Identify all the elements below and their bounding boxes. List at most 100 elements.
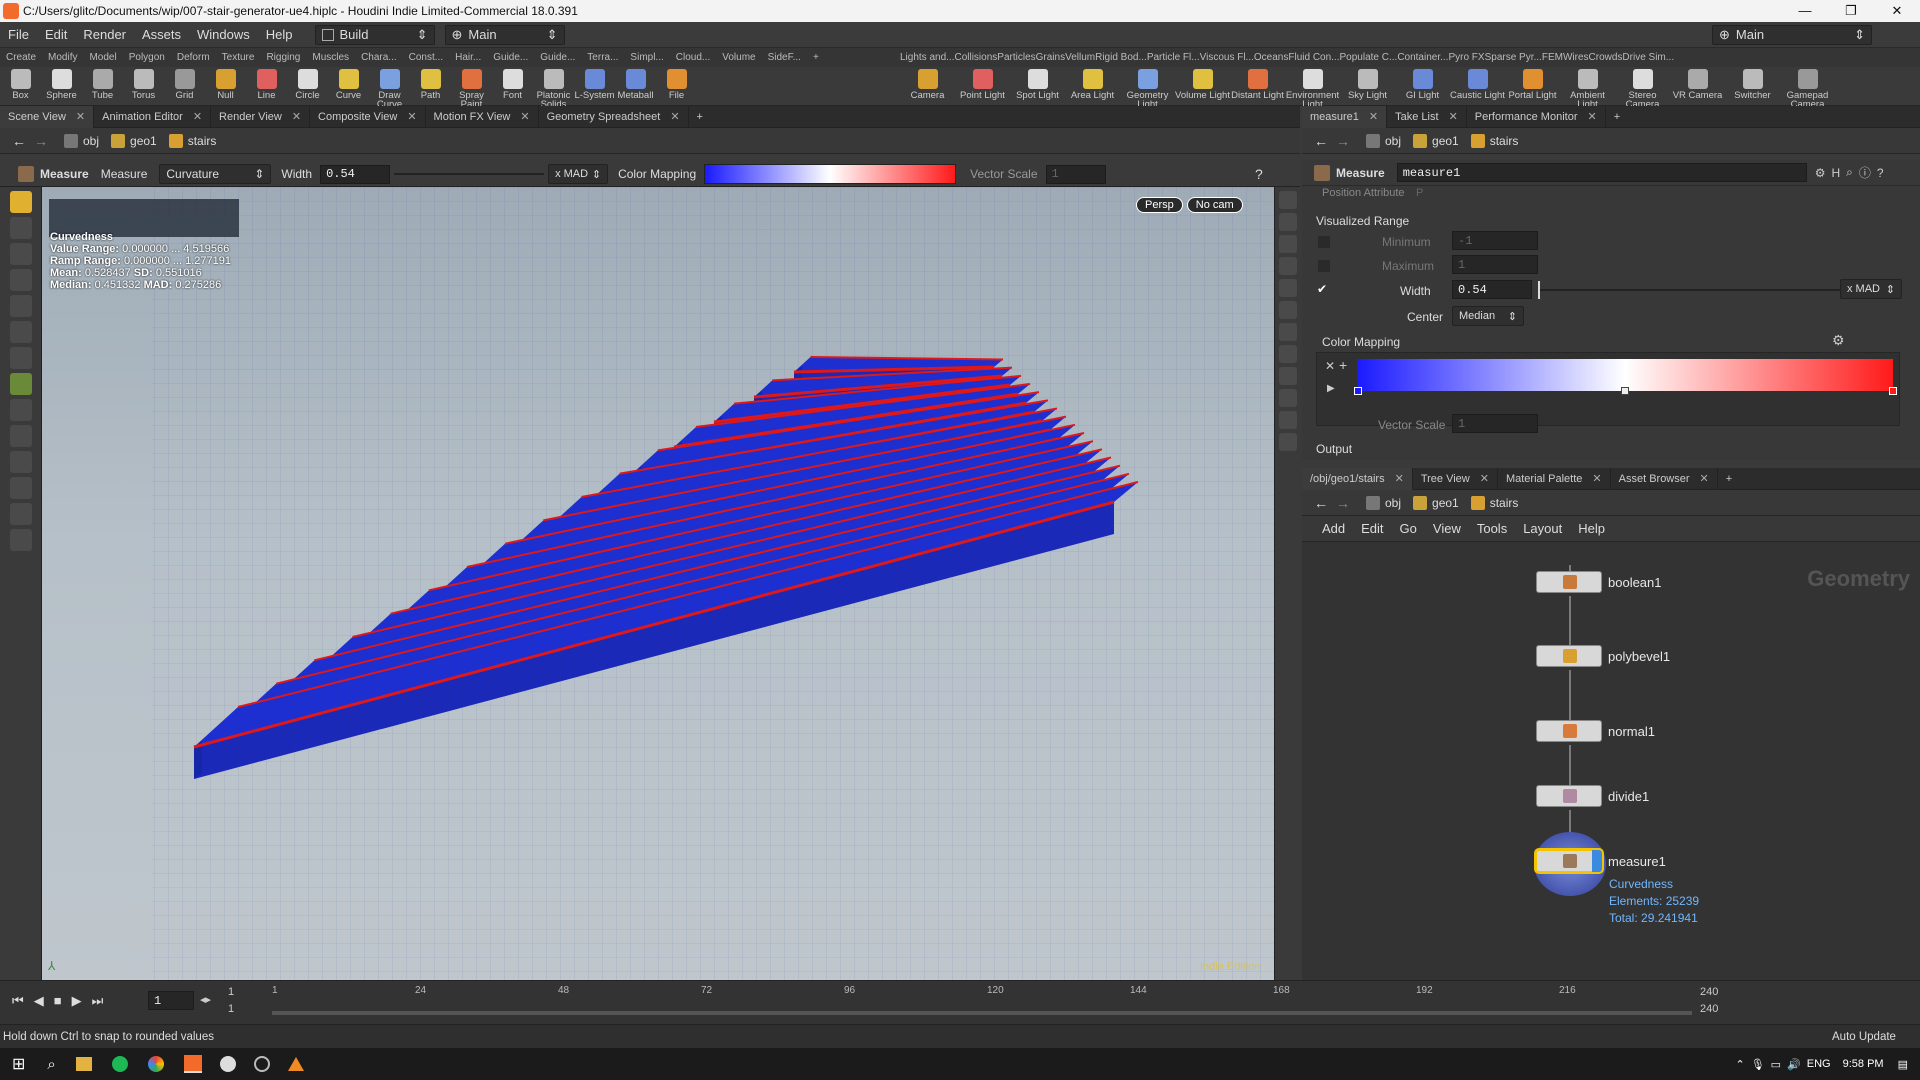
node-boolean1[interactable]: boolean1 (1536, 571, 1662, 593)
menu-render[interactable]: Render (75, 27, 134, 42)
breadcrumb-stairs[interactable]: stairs (168, 133, 216, 148)
render-region-icon[interactable] (9, 529, 32, 551)
range-end[interactable]: 240 (1700, 986, 1718, 998)
visibility-icon[interactable] (1278, 257, 1297, 275)
shelf-tab[interactable]: Collisions (954, 52, 997, 63)
network-tray-icon[interactable]: ▭ (1771, 1058, 1781, 1071)
visualized-range-heading[interactable]: Visualized Range (1316, 214, 1409, 228)
shelf-tool[interactable]: Switcher (1725, 67, 1780, 100)
menu-assets[interactable]: Assets (134, 27, 189, 42)
shelf-tool[interactable]: Null (205, 67, 246, 100)
camera-icon[interactable] (1278, 389, 1297, 407)
network-menu-item[interactable]: Help (1578, 521, 1605, 536)
shelf-tab[interactable]: Wires (1563, 52, 1589, 63)
width-unit-dropdown[interactable]: x MAD ⇕ (1840, 279, 1902, 299)
network-menu-item[interactable]: Go (1400, 521, 1417, 536)
pane-tab[interactable]: Take List ✕ (1387, 105, 1467, 128)
handle-icon[interactable] (9, 191, 32, 213)
color-ramp-preview[interactable] (704, 164, 957, 184)
forward-arrow-icon[interactable]: → (34, 133, 48, 149)
shelf-tool[interactable]: Geometry Light (1120, 67, 1175, 109)
shelf-tool[interactable]: Caustic Light (1450, 67, 1505, 100)
menu-help[interactable]: Help (258, 27, 301, 42)
snap-grid-icon[interactable] (9, 399, 32, 421)
shelf-tab[interactable]: Guide... (487, 52, 534, 63)
lock-icon[interactable] (9, 243, 32, 265)
forward-arrow-icon[interactable]: → (1336, 133, 1350, 149)
shelf-tab[interactable]: Drive Sim... (1622, 52, 1674, 63)
node-normal1[interactable]: normal1 (1536, 720, 1655, 742)
pane-tab[interactable]: measure1 ✕ (1302, 105, 1388, 128)
spotify-icon[interactable] (111, 1056, 128, 1072)
shelf-tab[interactable]: Simpl... (624, 52, 669, 63)
auto-update-button[interactable]: Auto Update (1832, 1031, 1896, 1043)
shelf-tab[interactable]: Rigging (260, 52, 306, 63)
info-icon[interactable] (1278, 411, 1297, 429)
minimum-checkbox[interactable] (1318, 236, 1330, 248)
add-tab-icon[interactable]: + (697, 111, 703, 123)
network-menu-item[interactable]: Layout (1523, 521, 1562, 536)
shelf-tool[interactable]: Volume Light (1175, 67, 1230, 100)
node-name-field[interactable]: measure1 (1396, 163, 1807, 182)
shelf-tool[interactable]: Platonic Solids (533, 67, 574, 109)
last-frame-icon[interactable]: ⏭ (92, 993, 104, 1009)
display-flag[interactable] (1592, 850, 1602, 872)
shelf-tab[interactable]: Const... (403, 52, 449, 63)
timeline-ruler[interactable]: 1 24 48 72 96 120 144 168 192 216 (272, 985, 1692, 1005)
current-frame-field[interactable]: 1 (148, 991, 194, 1010)
forward-arrow-icon[interactable]: → (1336, 495, 1350, 511)
close-tab-icon[interactable]: ✕ (76, 110, 85, 123)
menu-windows[interactable]: Windows (189, 27, 258, 42)
close-tab-icon[interactable]: ✕ (1588, 110, 1597, 123)
close-tab-icon[interactable]: ✕ (1449, 110, 1458, 123)
shelf-tab[interactable]: Guide... (534, 52, 581, 63)
shelf-tool[interactable]: L-System (574, 67, 615, 100)
shelf-tool[interactable]: Curve (328, 67, 369, 100)
width-slider[interactable] (1538, 289, 1840, 291)
shelf-tool[interactable]: Circle (287, 67, 328, 100)
step-frames-icon[interactable]: ◂▸ (200, 993, 211, 1006)
width-slider-handle[interactable] (1538, 281, 1540, 299)
back-arrow-icon[interactable]: ← (1314, 133, 1328, 149)
microphone-icon[interactable]: 🎙 (1751, 1058, 1765, 1071)
right-network-selector[interactable]: ⊕ Main ⇕ (1712, 24, 1872, 45)
shelf-tool[interactable]: Camera (900, 67, 955, 100)
shelf-tool[interactable]: Ambient Light (1560, 67, 1615, 109)
app-icon[interactable] (253, 1056, 270, 1072)
close-button[interactable]: ✕ (1874, 3, 1920, 19)
ramp-preset-icon[interactable]: ⚙ (1832, 332, 1845, 349)
clock[interactable]: 9:58 PM (1843, 1058, 1884, 1070)
pane-tab[interactable]: Tree View ✕ (1413, 467, 1498, 490)
node-divide1[interactable]: divide1 (1536, 785, 1649, 807)
range-start[interactable]: 1 (228, 986, 234, 998)
shelf-tool[interactable]: Torus (123, 67, 164, 100)
shelf-tool[interactable]: GI Light (1395, 67, 1450, 100)
shelf-tool[interactable]: Portal Light (1505, 67, 1560, 100)
shelf-tool[interactable]: Grid (164, 67, 205, 100)
node-box[interactable] (1536, 571, 1602, 593)
shelf-tab[interactable]: Vellum (1065, 52, 1095, 63)
width-slider[interactable] (394, 173, 545, 175)
transform-icon[interactable] (9, 269, 32, 291)
breadcrumb-obj[interactable]: obj (1366, 495, 1401, 510)
close-tab-icon[interactable]: ✕ (1480, 472, 1489, 485)
scene-viewport[interactable]: Curvedness Value Range: 0.000000 ... 4.5… (42, 187, 1274, 980)
close-tab-icon[interactable]: ✕ (407, 110, 416, 123)
language-indicator[interactable]: ENG (1807, 1058, 1831, 1070)
shelf-tab[interactable]: Modify (42, 52, 83, 63)
shelf-tab[interactable]: Viscous Fl... (1200, 52, 1254, 63)
vlc-icon[interactable] (287, 1057, 304, 1071)
width-field[interactable]: 0.54 (320, 164, 391, 184)
shelf-tab[interactable]: Volume (716, 52, 761, 63)
shelf-tool[interactable]: Font (492, 67, 533, 100)
search-icon[interactable]: ⌕ (1846, 165, 1853, 180)
tray-chevron-icon[interactable]: ⌃ (1735, 1058, 1744, 1071)
shelf-tool[interactable]: File (656, 67, 697, 100)
step-back-icon[interactable]: ◀ (34, 993, 44, 1009)
shelf-tab[interactable]: Hair... (449, 52, 487, 63)
rotate-icon[interactable] (9, 295, 32, 317)
pane-tab[interactable]: /obj/geo1/stairs ✕ (1302, 467, 1413, 490)
play-icon[interactable]: ▶ (1327, 383, 1335, 394)
vector-scale-field[interactable]: 1 (1452, 414, 1538, 433)
h-icon[interactable]: H (1831, 166, 1840, 180)
